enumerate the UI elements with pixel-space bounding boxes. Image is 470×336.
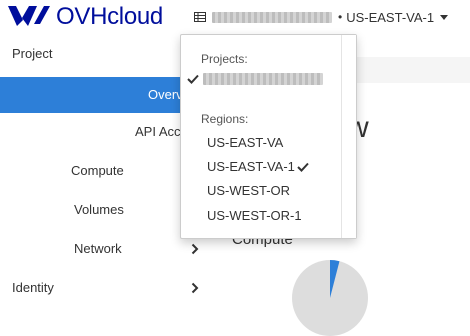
sidebar-item-label: Overv — [148, 87, 183, 102]
project-region-toggle[interactable]: • US-EAST-VA-1 — [186, 0, 456, 34]
project-name-redacted — [203, 73, 323, 85]
context-separator: • — [338, 10, 343, 24]
region-option-us-east-va-1[interactable]: US-EAST-VA-1 — [207, 159, 309, 174]
region-option-us-west-or[interactable]: US-WEST-OR — [207, 183, 290, 198]
check-icon — [297, 162, 309, 172]
dropdown-scrollbar[interactable] — [341, 35, 356, 238]
project-region-dropdown: Projects: Regions: US-EAST-VA US-EAST-VA… — [180, 34, 357, 239]
region-option-us-east-va[interactable]: US-EAST-VA — [207, 135, 283, 150]
compute-usage-pie — [292, 260, 368, 336]
region-option-us-west-or-1[interactable]: US-WEST-OR-1 — [207, 208, 302, 223]
sidebar-item-label: Identity — [12, 280, 54, 295]
region-label: US-WEST-OR-1 — [207, 208, 302, 223]
region-label: US-EAST-VA-1 — [207, 159, 295, 174]
ovh-logo-icon[interactable] — [6, 4, 52, 28]
project-name-redacted — [212, 11, 332, 23]
current-region: US-EAST-VA-1 — [346, 9, 435, 25]
chevron-right-icon — [191, 243, 199, 255]
sidebar-item-label: Network — [74, 241, 122, 256]
caret-down-icon — [440, 14, 449, 20]
regions-header: Regions: — [201, 112, 249, 126]
sidebar-item-label: Volumes — [74, 202, 124, 217]
brand-name[interactable]: OVHcloud — [56, 3, 163, 31]
top-navbar: OVHcloud • US-EAST-VA-1 — [0, 0, 470, 34]
sidebar-item-label: API Acc — [135, 124, 181, 139]
region-label: US-WEST-OR — [207, 183, 291, 198]
check-icon — [187, 74, 199, 84]
project-option[interactable] — [187, 71, 337, 89]
grid-icon — [194, 12, 206, 22]
chevron-right-icon — [191, 282, 199, 294]
sidebar-item-label: Compute — [71, 163, 124, 178]
projects-header: Projects: — [201, 52, 248, 66]
region-label: US-EAST-VA — [207, 135, 284, 150]
